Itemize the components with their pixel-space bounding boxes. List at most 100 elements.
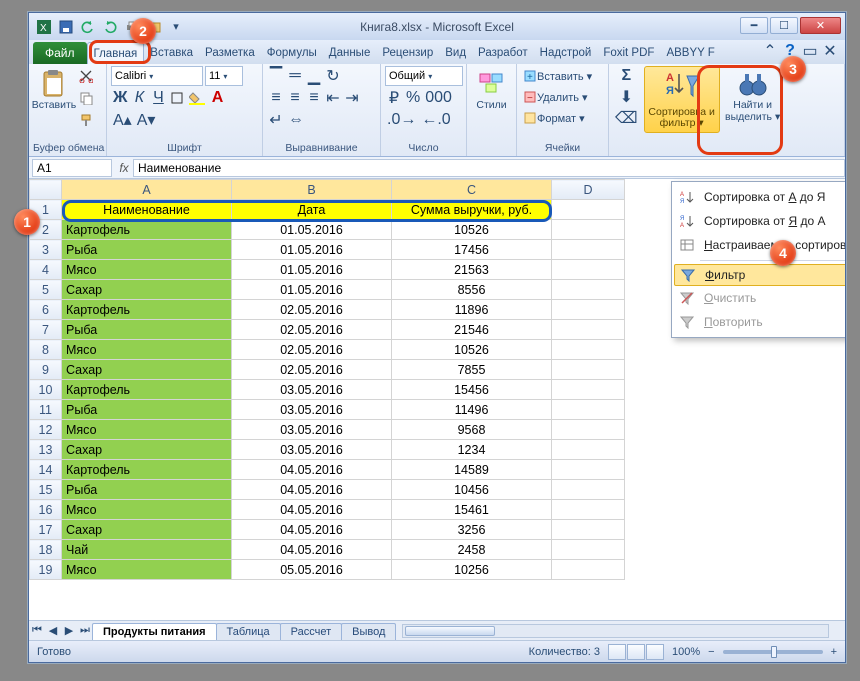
cell[interactable] [552, 260, 625, 280]
cell[interactable] [552, 380, 625, 400]
column-header[interactable]: C [392, 180, 552, 200]
cell[interactable]: 8556 [392, 280, 552, 300]
bold-icon[interactable]: Ж [111, 88, 129, 108]
menu-custom-sort[interactable]: Настраиваемая сортировка... [672, 233, 846, 257]
cell[interactable]: 7855 [392, 360, 552, 380]
cell[interactable]: 03.05.2016 [232, 420, 392, 440]
delete-cells-button[interactable]: −Удалить ▾ [521, 87, 607, 107]
view-normal-icon[interactable] [608, 644, 626, 660]
name-box[interactable]: A1 [32, 159, 112, 177]
cell[interactable]: 1234 [392, 440, 552, 460]
sheet-tab[interactable]: Таблица [216, 623, 281, 641]
cell[interactable]: Сахар [62, 440, 232, 460]
clear-icon[interactable]: ⌫ [613, 108, 640, 128]
currency-icon[interactable]: ₽ [385, 88, 403, 108]
fx-icon[interactable]: fx [115, 161, 133, 175]
column-header[interactable]: A [62, 180, 232, 200]
font-size-combo[interactable]: 11▾ [205, 66, 243, 86]
cell[interactable]: 3256 [392, 520, 552, 540]
zoom-out-icon[interactable]: − [708, 646, 714, 658]
cell[interactable]: 10456 [392, 480, 552, 500]
tab-formulas[interactable]: Формулы [261, 42, 323, 64]
save-icon[interactable] [57, 18, 75, 36]
cell[interactable]: 04.05.2016 [232, 500, 392, 520]
row-header[interactable]: 19 [30, 560, 62, 580]
cell[interactable] [552, 560, 625, 580]
cell[interactable]: 02.05.2016 [232, 320, 392, 340]
cell[interactable]: 15456 [392, 380, 552, 400]
styles-button[interactable]: Стили [471, 66, 512, 112]
align-middle-icon[interactable]: ═ [286, 66, 304, 86]
align-bottom-icon[interactable]: ▁ [305, 66, 323, 86]
cell[interactable]: 11496 [392, 400, 552, 420]
redo-icon[interactable] [101, 18, 119, 36]
cell[interactable]: 02.05.2016 [232, 360, 392, 380]
row-header[interactable]: 8 [30, 340, 62, 360]
sort-filter-button[interactable]: АЯ Сортировка и фильтр ▾ [644, 66, 720, 133]
italic-icon[interactable]: К [130, 88, 148, 108]
cell[interactable]: 17456 [392, 240, 552, 260]
close-button[interactable]: ✕ [800, 17, 841, 34]
row-header[interactable]: 9 [30, 360, 62, 380]
find-select-button[interactable]: Найти и выделить ▾ [724, 66, 782, 123]
align-top-icon[interactable]: ▔ [267, 66, 285, 86]
cell[interactable]: 2458 [392, 540, 552, 560]
comma-icon[interactable]: 000 [423, 88, 454, 108]
merge-icon[interactable]: ⇔ [286, 110, 306, 130]
increase-font-icon[interactable]: A▴ [111, 110, 134, 130]
cell[interactable] [552, 340, 625, 360]
cell[interactable]: Картофель [62, 380, 232, 400]
view-page-break-icon[interactable] [646, 644, 664, 660]
cell[interactable]: 10526 [392, 220, 552, 240]
row-header[interactable]: 6 [30, 300, 62, 320]
cell[interactable]: 03.05.2016 [232, 380, 392, 400]
cell[interactable]: 01.05.2016 [232, 240, 392, 260]
cell[interactable]: 02.05.2016 [232, 300, 392, 320]
cell[interactable]: 10526 [392, 340, 552, 360]
cell[interactable]: 14589 [392, 460, 552, 480]
border-icon[interactable] [168, 88, 186, 108]
tab-home[interactable]: Главная [87, 42, 145, 64]
qat-more-icon[interactable]: ▾ [167, 18, 185, 36]
sheet-tab[interactable]: Рассчет [280, 623, 343, 641]
fill-color-icon[interactable] [187, 88, 207, 108]
row-header[interactable]: 14 [30, 460, 62, 480]
copy-icon[interactable] [77, 88, 95, 108]
number-format-combo[interactable]: Общий▾ [385, 66, 463, 86]
cell[interactable]: 02.05.2016 [232, 340, 392, 360]
close-workbook-icon[interactable]: ✕ [821, 42, 839, 60]
cell[interactable]: 03.05.2016 [232, 400, 392, 420]
tab-data[interactable]: Данные [323, 42, 377, 64]
cell[interactable] [552, 540, 625, 560]
cell[interactable] [552, 320, 625, 340]
format-cells-button[interactable]: Формат ▾ [521, 108, 607, 128]
row-header[interactable]: 4 [30, 260, 62, 280]
tab-layout[interactable]: Разметка [199, 42, 261, 64]
cell[interactable]: Рыба [62, 240, 232, 260]
decrease-indent-icon[interactable]: ⇤ [324, 88, 342, 108]
sheet-tab[interactable]: Вывод [341, 623, 396, 641]
cell[interactable]: 21546 [392, 320, 552, 340]
cell[interactable]: Сахар [62, 360, 232, 380]
cell[interactable] [552, 440, 625, 460]
tab-insert[interactable]: Вставка [144, 42, 199, 64]
cell[interactable]: 01.05.2016 [232, 280, 392, 300]
row-header[interactable]: 16 [30, 500, 62, 520]
sheet-nav-prev-icon[interactable]: ◀ [45, 623, 61, 639]
cell[interactable]: 10256 [392, 560, 552, 580]
cell[interactable] [552, 400, 625, 420]
cell[interactable] [552, 460, 625, 480]
row-header[interactable]: 12 [30, 420, 62, 440]
decrease-decimal-icon[interactable]: ←.0 [419, 110, 452, 130]
row-header[interactable]: 3 [30, 240, 62, 260]
cell[interactable]: Картофель [62, 300, 232, 320]
menu-sort-az[interactable]: АЯ Сортировка от А до Я [672, 185, 846, 209]
row-header[interactable]: 13 [30, 440, 62, 460]
cut-icon[interactable] [77, 66, 95, 86]
formula-input[interactable]: Наименование [133, 159, 845, 177]
cell[interactable]: Чай [62, 540, 232, 560]
file-tab[interactable]: Файл [33, 42, 87, 64]
insert-cells-button[interactable]: +Вставить ▾ [521, 66, 607, 86]
view-page-layout-icon[interactable] [627, 644, 645, 660]
row-header[interactable]: 10 [30, 380, 62, 400]
